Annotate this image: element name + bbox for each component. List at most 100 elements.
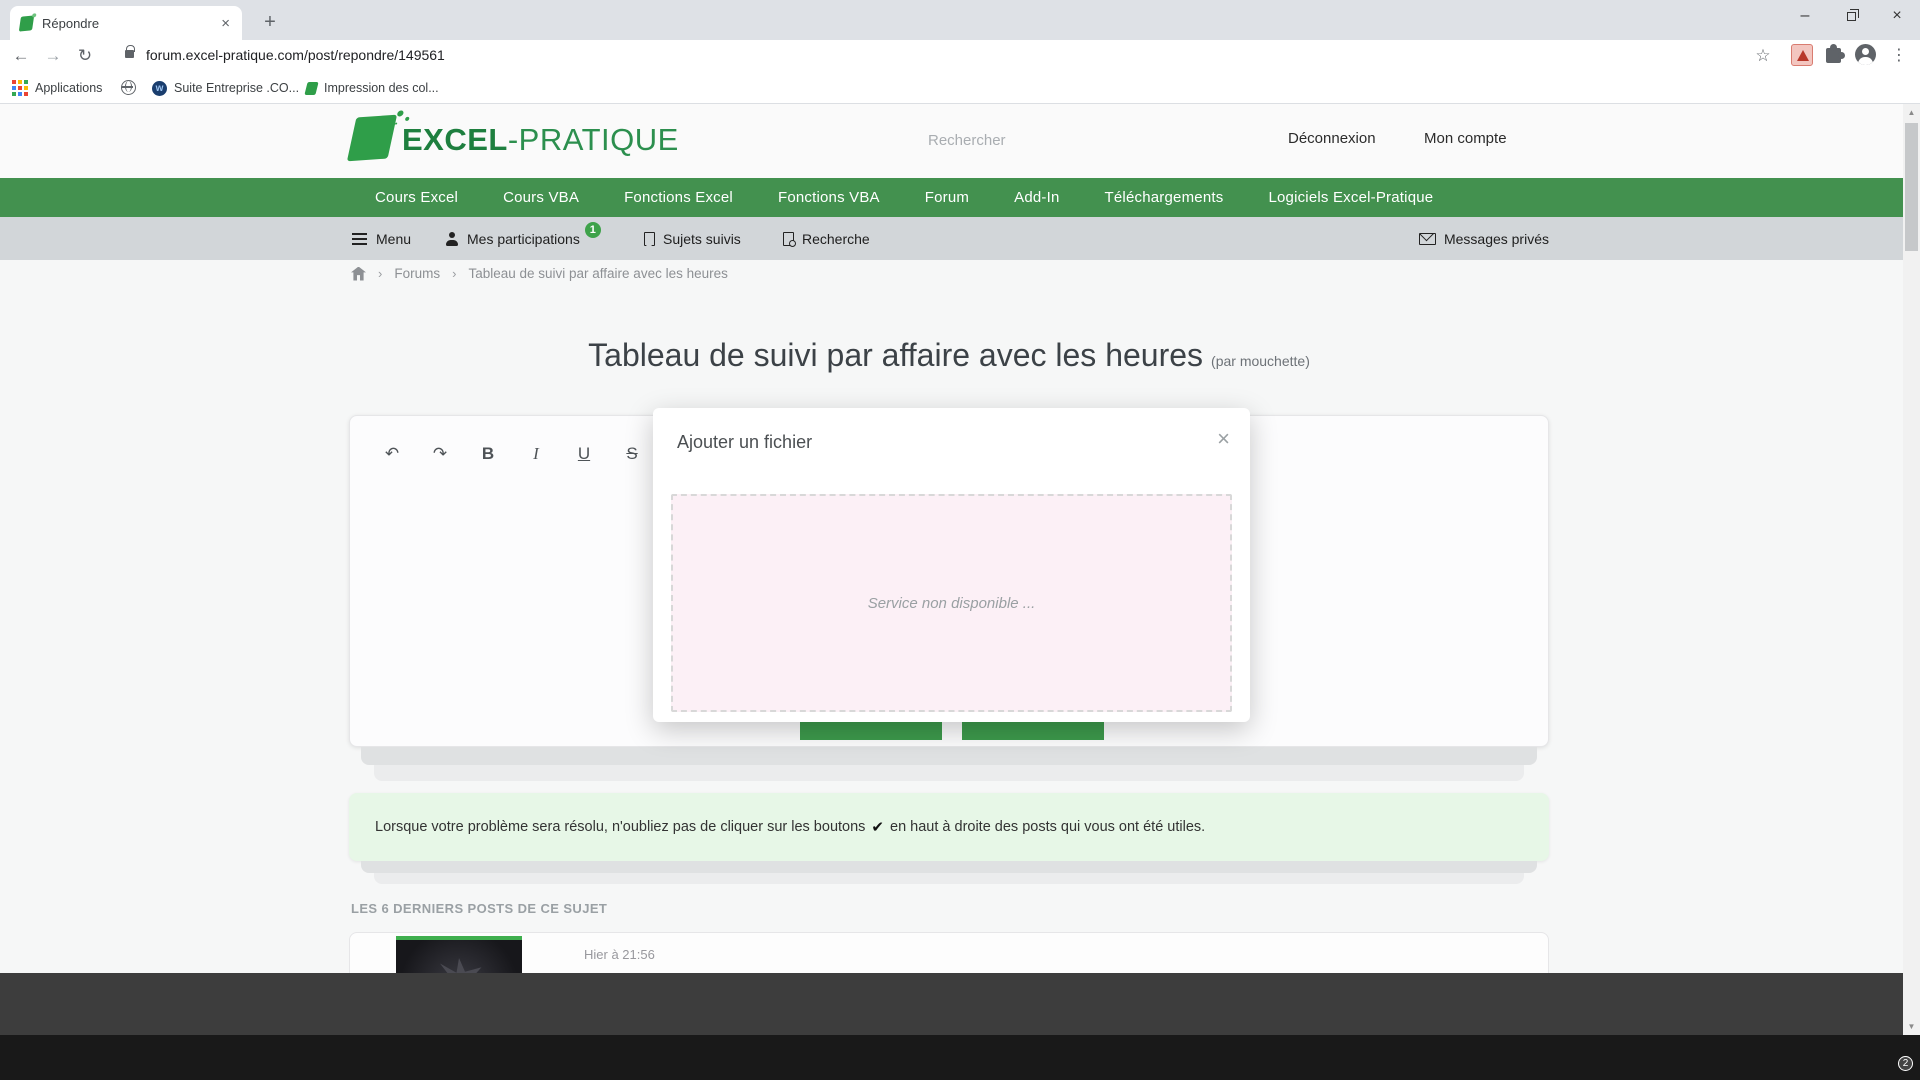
browser-tab[interactable]: Répondre × <box>10 6 242 40</box>
notice-text: Lorsque votre problème sera résolu, n'ou… <box>375 819 865 835</box>
site-favicon-icon <box>19 15 34 31</box>
profile-avatar-icon[interactable] <box>1855 44 1876 65</box>
window-close-button[interactable]: × <box>1874 0 1920 32</box>
bookmark-label: Impression des col... <box>324 81 439 95</box>
card-stack-layer <box>361 747 1537 765</box>
topic-title: Tableau de suivi par affaire avec les he… <box>588 337 1203 373</box>
bookmark-label: Applications <box>35 81 102 95</box>
main-nav: Cours Excel Cours VBA Fonctions Excel Fo… <box>0 178 1920 217</box>
modal-close-icon[interactable]: × <box>1217 426 1230 452</box>
card-stack-layer <box>361 861 1537 873</box>
notice-text: en haut à droite des posts qui vous ont … <box>890 819 1205 835</box>
last-posts-heading: LES 6 DERNIERS POSTS DE CE SUJET <box>351 901 607 916</box>
globe-bookmark-icon[interactable] <box>121 80 136 95</box>
window-minimize-button[interactable]: – <box>1782 0 1828 32</box>
notice-box: Lorsque votre problème sera résolu, n'ou… <box>349 793 1549 861</box>
home-icon[interactable] <box>351 267 366 281</box>
browser-tab-strip: Répondre × + – × <box>0 0 1920 40</box>
breadcrumb-forums[interactable]: Forums <box>394 266 440 281</box>
restore-icon <box>1847 12 1856 21</box>
breadcrumb: › Forums › Tableau de suivi par affaire … <box>351 266 728 281</box>
nav-logiciels[interactable]: Logiciels Excel-Pratique <box>1268 189 1433 206</box>
file-dropzone[interactable]: Service non disponible ... <box>671 494 1232 712</box>
undo-button[interactable]: ↶ <box>375 437 409 471</box>
bookmark-label: Suite Entreprise .CO... <box>174 81 299 95</box>
logo-pratique: -PRATIQUE <box>508 122 679 157</box>
hamburger-icon <box>352 238 367 240</box>
breadcrumb-separator: › <box>452 266 456 281</box>
bookmark-icon <box>644 232 655 246</box>
bookmark-suite-entreprise[interactable]: Suite Entreprise .CO... <box>152 72 299 104</box>
redo-button[interactable]: ↷ <box>423 437 457 471</box>
topic-author: (par mouchette) <box>1211 353 1310 369</box>
extensions-puzzle-icon[interactable] <box>1826 48 1841 63</box>
card-stack-layer <box>374 765 1524 781</box>
post-timestamp: Hier à 21:56 <box>584 947 655 962</box>
reload-button[interactable]: ↻ <box>72 43 98 69</box>
subnav-sujets-suivis[interactable]: Sujets suivis <box>644 217 741 260</box>
envelope-icon <box>1419 233 1436 245</box>
logout-link[interactable]: Déconnexion <box>1288 130 1376 147</box>
nav-cours-vba[interactable]: Cours VBA <box>503 189 579 206</box>
windows-taskbar <box>0 1035 1920 1080</box>
nav-cours-excel[interactable]: Cours Excel <box>375 189 458 206</box>
leaf-bookmark-icon <box>304 82 318 95</box>
window-restore-button[interactable] <box>1828 0 1874 32</box>
checkmark-icon: ✔ <box>871 818 884 836</box>
nav-fonctions-vba[interactable]: Fonctions VBA <box>778 189 880 206</box>
suite-bookmark-icon <box>152 81 167 96</box>
scrollbar-thumb[interactable] <box>1905 123 1918 251</box>
bookmark-impression[interactable]: Impression des col... <box>306 72 439 104</box>
add-file-modal: Ajouter un fichier × Service non disponi… <box>653 408 1250 722</box>
subnav-messages-prives[interactable]: Messages privés <box>1419 217 1549 260</box>
modal-title: Ajouter un fichier <box>677 432 812 453</box>
subnav-recherche-label: Recherche <box>802 231 870 247</box>
page-title: Tableau de suivi par affaire avec les he… <box>349 337 1549 374</box>
underline-button[interactable]: U <box>567 437 601 471</box>
back-button[interactable]: ← <box>8 43 34 69</box>
strikethrough-button[interactable]: S <box>615 437 649 471</box>
subnav-messages-label: Messages privés <box>1444 231 1549 247</box>
dropzone-message: Service non disponible ... <box>868 595 1036 612</box>
account-link[interactable]: Mon compte <box>1424 130 1507 147</box>
person-icon <box>445 232 459 246</box>
tab-close-icon[interactable]: × <box>219 15 232 32</box>
subnav-recherche[interactable]: Recherche <box>783 217 870 260</box>
site-logo[interactable]: EXCEL-PRATIQUE <box>402 122 679 158</box>
nav-telechargements[interactable]: Téléchargements <box>1105 189 1224 206</box>
subnav-participations-label: Mes participations <box>467 231 580 247</box>
breadcrumb-current: Tableau de suivi par affaire avec les he… <box>468 266 727 281</box>
subnav-menu-label: Menu <box>376 231 411 247</box>
tab-title: Répondre <box>42 16 219 31</box>
site-search-input[interactable] <box>928 126 1148 154</box>
breadcrumb-separator: › <box>378 266 382 281</box>
italic-button[interactable]: I <box>519 437 553 471</box>
nav-fonctions-excel[interactable]: Fonctions Excel <box>624 189 733 206</box>
address-bar-url[interactable]: forum.excel-pratique.com/post/repondre/1… <box>146 47 445 63</box>
card-stack-layer <box>374 873 1524 884</box>
bookmark-star-icon[interactable]: ☆ <box>1750 43 1776 69</box>
new-tab-button[interactable]: + <box>256 9 284 37</box>
search-page-icon <box>783 232 794 246</box>
logo-excel: EXCEL <box>402 122 508 157</box>
participations-badge: 1 <box>585 222 601 238</box>
subnav-participations[interactable]: Mes participations 1 <box>445 217 604 260</box>
forward-button[interactable]: → <box>40 43 66 69</box>
apps-grid-icon <box>12 80 16 84</box>
bookmark-applications[interactable]: Applications <box>12 72 102 104</box>
subnav-sujets-label: Sujets suivis <box>663 231 741 247</box>
editor-toolbar: ↶ ↷ B I U S <box>375 437 649 471</box>
bold-button[interactable]: B <box>471 437 505 471</box>
cookie-banner <box>0 973 1903 1035</box>
browser-menu-icon[interactable]: ⋮ <box>1886 43 1912 69</box>
nav-forum[interactable]: Forum <box>925 189 969 206</box>
subnav-menu[interactable]: Menu <box>351 217 411 260</box>
forum-subnav <box>0 217 1920 260</box>
scrollbar-down-icon[interactable]: ▼ <box>1903 1018 1920 1035</box>
pdf-extension-icon[interactable] <box>1791 44 1813 66</box>
notification-badge: 2 <box>1898 1056 1913 1071</box>
screen: Répondre × + – × ← → ↻ forum.excel-prati… <box>0 0 1920 1080</box>
padlock-icon[interactable] <box>125 50 134 58</box>
nav-add-in[interactable]: Add-In <box>1014 189 1059 206</box>
scrollbar-up-icon[interactable]: ▲ <box>1903 104 1920 121</box>
